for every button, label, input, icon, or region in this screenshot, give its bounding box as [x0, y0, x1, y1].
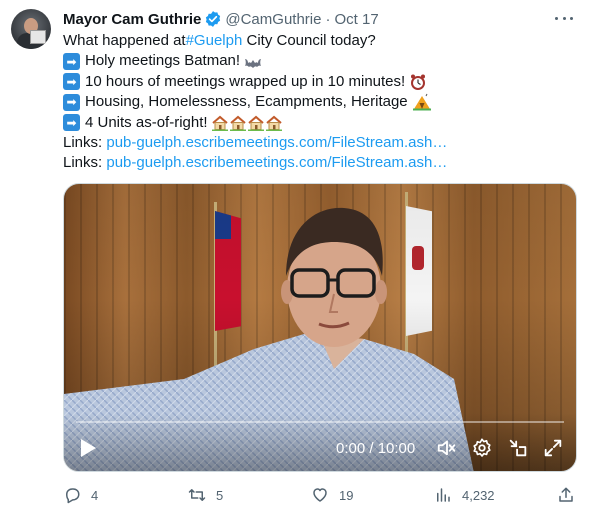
arrow-right-icon: ➡	[63, 114, 80, 132]
fullscreen-icon[interactable]	[542, 437, 564, 459]
arrow-right-icon: ➡	[63, 93, 80, 111]
share-button[interactable]	[557, 482, 575, 508]
bullet-3: ➡ Housing, Homelessness, Ecampments, Her…	[63, 92, 583, 112]
tweet-header: Mayor Cam Guthrie @CamGuthrie · Oct 17	[63, 9, 379, 29]
author-name[interactable]: Mayor Cam Guthrie	[63, 11, 201, 28]
reply-icon	[66, 488, 80, 504]
verified-badge-icon	[206, 11, 221, 27]
more-icon[interactable]	[555, 11, 573, 25]
hashtag-link[interactable]: #Guelph	[186, 31, 243, 51]
house-icon	[229, 115, 246, 131]
arrow-right-icon: ➡	[63, 53, 80, 71]
author-handle[interactable]: @CamGuthrie	[225, 11, 321, 28]
video-player[interactable]: 0:00 / 10:00	[63, 183, 577, 472]
bullet-4-text: 4 Units as-of-right!	[85, 113, 208, 131]
settings-icon[interactable]	[471, 437, 493, 459]
retweet-count: 5	[216, 487, 224, 503]
like-icon	[313, 488, 327, 502]
tweet-line-1: What happened at #Guelph City Council to…	[63, 31, 583, 51]
reply-count: 4	[91, 487, 99, 503]
tweet-intro-prefix: What happened at	[63, 32, 186, 49]
tweet-date[interactable]: Oct 17	[334, 11, 378, 28]
video-time: 0:00 / 10:00	[336, 440, 416, 457]
bullet-4: ➡ 4 Units as-of-right!	[63, 113, 583, 133]
views-count: 4,232	[462, 487, 495, 503]
like-count: 19	[339, 487, 354, 503]
bat-icon	[245, 58, 262, 68]
avatar[interactable]	[11, 9, 51, 49]
retweet-button[interactable]: 5	[188, 482, 223, 508]
links-line-2: Links: pub-guelph.escribemeetings.com/Fi…	[63, 153, 583, 173]
tweet-text: What happened at #Guelph City Council to…	[63, 31, 583, 174]
video-progress-bar[interactable]	[76, 421, 564, 423]
tweet[interactable]: Mayor Cam Guthrie @CamGuthrie · Oct 17 W…	[0, 0, 595, 516]
avatar-sign	[30, 30, 46, 44]
tweet-intro-suffix: City Council today?	[242, 32, 376, 49]
views-button[interactable]: 4,232	[434, 482, 495, 508]
bullet-2: ➡ 10 hours of meetings wrapped up in 10 …	[63, 72, 583, 92]
bullet-3-text: Housing, Homelessness, Ecampments, Herit…	[85, 93, 408, 111]
links-line-1: Links: pub-guelph.escribemeetings.com/Fi…	[63, 133, 583, 153]
bullet-1: ➡ Holy meetings Batman!	[63, 51, 583, 71]
minimize-icon[interactable]	[507, 437, 529, 459]
tent-icon	[412, 94, 431, 111]
house-icon	[247, 115, 264, 131]
bullet-2-text: 10 hours of meetings wrapped up in 10 mi…	[85, 72, 406, 90]
links-label-2: Links:	[63, 154, 107, 172]
reply-button[interactable]: 4	[63, 482, 98, 508]
like-button[interactable]: 19	[311, 482, 353, 508]
alarm-clock-icon	[411, 74, 426, 90]
arrow-right-icon: ➡	[63, 73, 80, 91]
bullet-1-text: Holy meetings Batman!	[85, 52, 241, 70]
volume-icon[interactable]	[436, 437, 458, 459]
share-icon	[559, 487, 573, 502]
link-url-1[interactable]: pub-guelph.escribemeetings.com/FileStrea…	[106, 133, 447, 153]
house-icon	[265, 115, 282, 131]
views-icon	[437, 488, 450, 502]
header-separator: ·	[325, 10, 331, 28]
play-icon[interactable]	[74, 435, 100, 461]
tweet-actions: 4 5 19 4,232	[63, 482, 581, 508]
retweet-icon	[188, 489, 206, 501]
house-icon	[211, 115, 228, 131]
links-label-1: Links:	[63, 133, 107, 151]
link-url-2[interactable]: pub-guelph.escribemeetings.com/FileStrea…	[106, 153, 447, 173]
